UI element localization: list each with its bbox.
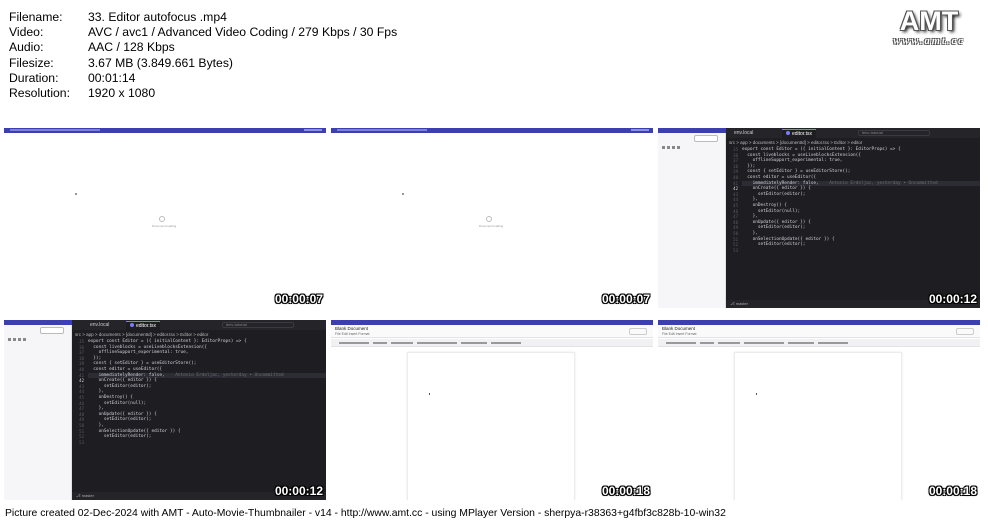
timestamp: 00:00:18 <box>928 484 977 498</box>
logo-url: www.amt.cc <box>893 36 965 47</box>
status-branch: master <box>81 493 94 498</box>
code-lines[interactable]: export const Editor = ({ initialContent … <box>742 147 980 248</box>
line-number: 53 <box>79 439 84 445</box>
share-button[interactable] <box>956 328 974 335</box>
timestamp: 00:00:12 <box>274 484 323 498</box>
loading-text: Document loading <box>152 224 177 228</box>
browser-titlebar <box>658 128 726 133</box>
share-button[interactable] <box>40 327 64 334</box>
info-label: Video: <box>9 25 44 40</box>
share-button[interactable] <box>694 135 718 142</box>
tab-editor[interactable]: editor.tsx <box>782 129 817 138</box>
thumbnail-6[interactable]: Blank Document File Edit Insert Format 0… <box>658 320 980 500</box>
timestamp: 00:00:18 <box>601 484 650 498</box>
info-row-duration: Duration: 00:01:14 <box>9 71 397 86</box>
breadcrumb: src > app > documents > [documentId] > e… <box>75 332 209 337</box>
thumbnail-2[interactable]: Document loading ● ▬▬▬▬▬▬▬ 00:00:07 <box>331 128 653 308</box>
timestamp: 00:00:07 <box>601 292 650 306</box>
tab-label: editor.tsx <box>136 323 157 329</box>
tab-env[interactable]: env.local <box>86 321 113 330</box>
code-line[interactable]: setEditor(editor); <box>742 242 980 248</box>
info-value: 3.67 MB (3.849.661 Bytes) <box>88 55 233 70</box>
code-line[interactable]: setEditor(editor); <box>88 434 326 440</box>
info-row-resolution: Resolution: 1920 x 1080 <box>9 86 397 101</box>
loading-text: Document loading <box>479 224 504 228</box>
text-caret <box>756 393 757 395</box>
doc-toolbar[interactable] <box>658 339 980 347</box>
doc-title[interactable]: Blank Document <box>335 326 368 331</box>
info-label: Filesize: <box>9 55 54 70</box>
file-info: Filename: 33. Editor autofocus .mp4 Video… <box>9 10 397 101</box>
loading-spinner-icon <box>486 216 492 222</box>
info-value: 00:01:14 <box>88 70 136 85</box>
thumbnail-1[interactable]: Document loading ● ▬▬▬▬▬▬▬ 00:00:07 <box>4 128 326 308</box>
browser-titlebar <box>4 128 326 133</box>
browser-pane <box>658 128 726 308</box>
toolbar-icons <box>662 136 692 149</box>
breadcrumb: src > app > documents > [documentId] > e… <box>729 140 863 145</box>
footer-credit: Picture created 02-Dec-2024 with AMT - A… <box>5 508 726 519</box>
timestamp: 00:00:07 <box>274 292 323 306</box>
thumbnail-3[interactable]: env.local editor.tsx lenv-tutorial src >… <box>658 128 980 308</box>
info-value: AAC / 128 Kbps <box>88 40 175 55</box>
info-label: Duration: <box>9 70 59 85</box>
browser-titlebar <box>4 320 72 325</box>
git-blame-hint: Antonio Erdeljac, yesterday • Uncommitte… <box>818 180 938 186</box>
react-icon <box>786 131 790 135</box>
info-row-audio: Audio: AAC / 128 Kbps <box>9 40 397 55</box>
info-label: Filename: <box>9 10 63 24</box>
doc-header: Blank Document File Edit Insert Format <box>331 325 653 338</box>
info-row-video: Video: AVC / avc1 / Advanced Video Coding… <box>9 25 397 40</box>
thumbnail-4[interactable]: env.local editor.tsx lenv-tutorial src >… <box>4 320 326 500</box>
doc-header: Blank Document File Edit Insert Format <box>658 325 980 338</box>
editor-tabs: env.local editor.tsx lenv-tutorial <box>72 320 326 330</box>
info-value: AVC / avc1 / Advanced Video Coding / 279… <box>88 25 398 40</box>
code-editor: env.local editor.tsx lenv-tutorial src >… <box>726 128 980 308</box>
info-label: Audio: <box>9 40 44 55</box>
line-gutter: 35 36 37 38 39 40 41 42 43 44 45 46 47 48 49 50 51 52 53 <box>72 339 86 445</box>
browser-pane <box>4 320 72 500</box>
info-label: Resolution: <box>9 86 70 101</box>
info-value: 1920 x 1080 <box>88 86 156 101</box>
tab-env[interactable]: env.local <box>730 129 757 138</box>
cursor-dot <box>75 193 77 195</box>
info-row-filename: Filename: 33. Editor autofocus .mp4 <box>9 10 397 25</box>
doc-menu[interactable]: File Edit Insert Format <box>335 332 369 336</box>
thumbnail-5[interactable]: Blank Document File Edit Insert Format 0… <box>331 320 653 500</box>
editor-body[interactable]: 35 36 37 38 39 40 41 42 43 44 45 46 47 48 49 50 51 52 53 e… <box>72 339 326 492</box>
timestamp: 00:00:12 <box>928 292 977 306</box>
git-blame-hint: Antonio Erdeljac, yesterday • Uncommitte… <box>164 372 284 378</box>
loading-spinner-icon <box>159 216 165 222</box>
doc-page[interactable] <box>734 352 902 500</box>
doc-menu[interactable]: File Edit Insert Format <box>662 332 696 336</box>
doc-page[interactable] <box>407 352 575 500</box>
logo-title: AMT <box>899 6 959 36</box>
code-lines[interactable]: export const Editor = ({ initialContent … <box>88 339 326 440</box>
code-editor: env.local editor.tsx lenv-tutorial src >… <box>72 320 326 500</box>
editor-tabs: env.local editor.tsx lenv-tutorial <box>726 128 980 138</box>
text-caret <box>429 393 430 395</box>
info-value: 33. Editor autofocus .mp4 <box>88 10 227 24</box>
command-search[interactable]: lenv-tutorial <box>222 322 294 328</box>
doc-toolbar[interactable] <box>331 339 653 347</box>
info-row-filesize: Filesize: 3.67 MB (3.849.661 Bytes) <box>9 56 397 71</box>
cursor-dot <box>402 193 404 195</box>
line-number: 53 <box>733 247 738 253</box>
doc-title[interactable]: Blank Document <box>662 326 695 331</box>
command-search[interactable]: lenv-tutorial <box>858 130 930 136</box>
share-button[interactable] <box>629 328 647 335</box>
browser-titlebar <box>331 128 653 133</box>
amt-logo: AMT www.amt.cc <box>884 6 974 47</box>
editor-body[interactable]: 35 36 37 38 39 40 41 42 43 44 45 46 47 48 49 50 51 52 53 e… <box>726 147 980 300</box>
toolbar-icons <box>8 328 38 341</box>
react-icon <box>130 323 134 327</box>
line-gutter: 35 36 37 38 39 40 41 42 43 44 45 46 47 48 49 50 51 52 53 <box>726 147 740 253</box>
tab-label: editor.tsx <box>792 131 813 137</box>
tab-editor[interactable]: editor.tsx <box>126 321 161 330</box>
status-branch: master <box>735 301 748 306</box>
